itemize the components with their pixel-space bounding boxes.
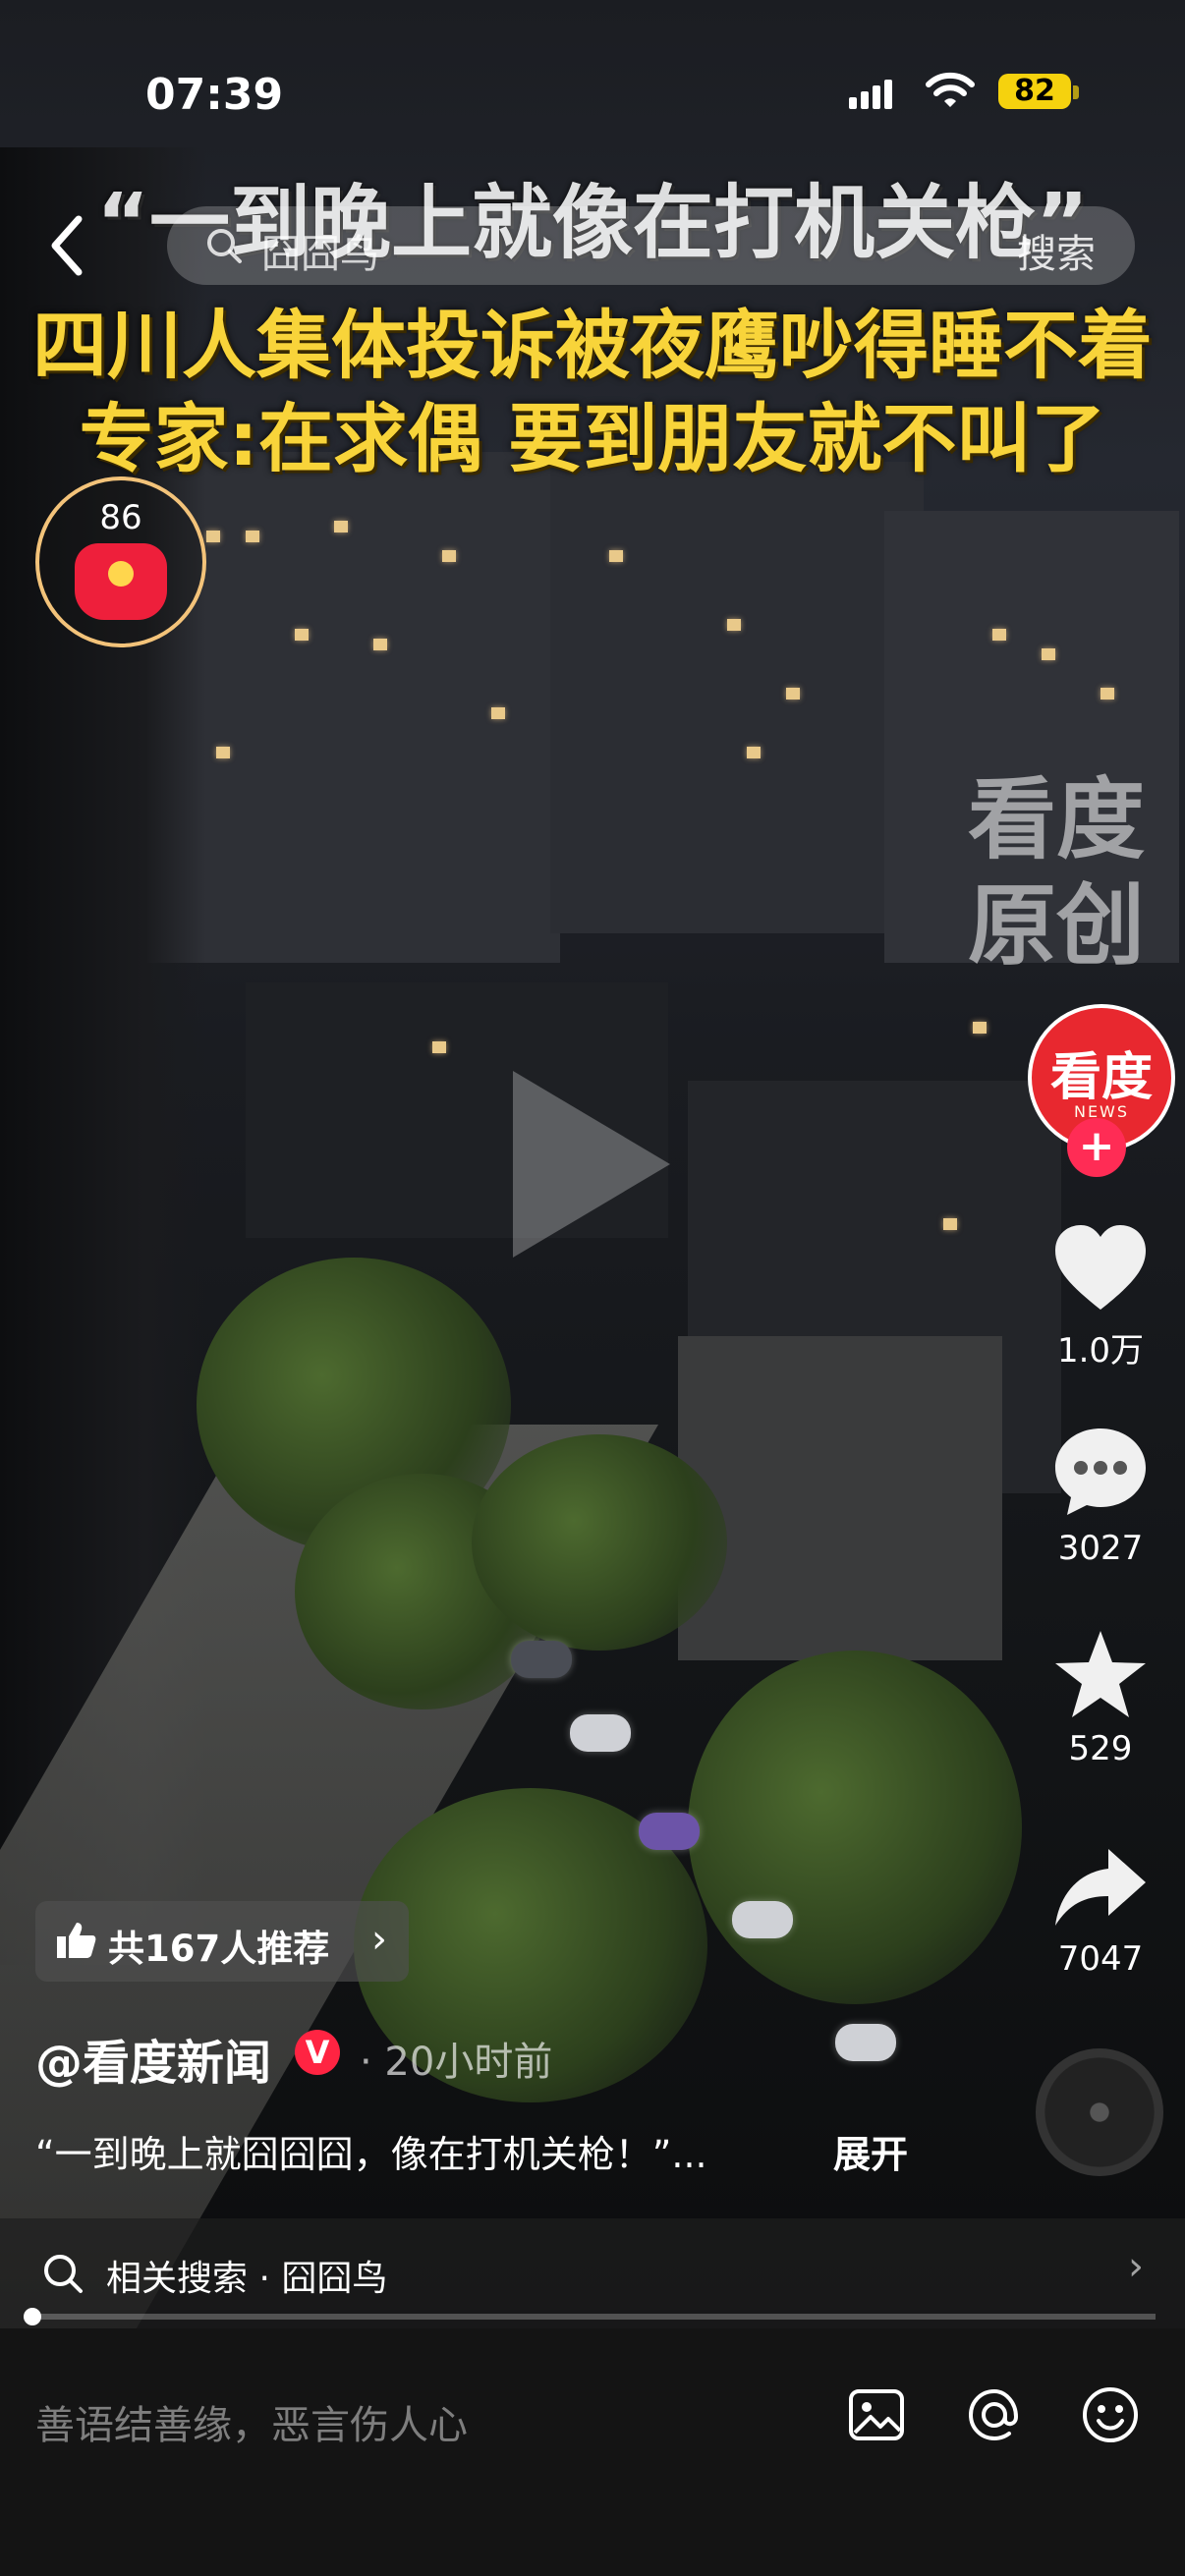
search-query: 囧囧鸟	[261, 232, 379, 277]
image-icon[interactable]	[845, 2383, 908, 2446]
share-arrow-icon	[1055, 1849, 1146, 1926]
search-icon	[44, 2255, 83, 2293]
author-name[interactable]: @看度新闻	[35, 2024, 271, 2093]
comment-input-bar[interactable]: 善语结善缘，恶言伤人心	[0, 2328, 1185, 2576]
post-time: · 20小时前	[360, 2040, 553, 2085]
red-packet-badge[interactable]: 86	[35, 476, 206, 647]
related-search-bar[interactable]: 相关搜索 · 囧囧鸟 ›	[0, 2218, 1185, 2328]
mention-at-icon[interactable]	[963, 2383, 1026, 2446]
thumbs-up-icon	[57, 1923, 96, 1958]
comment-button[interactable]: 3027	[1032, 1425, 1169, 1568]
follow-plus-button[interactable]: +	[1067, 1118, 1126, 1177]
video-title-line2: 四川人集体投诉被夜鹰吵得睡不着	[32, 302, 1153, 389]
watermark-line2: 原创	[968, 873, 1145, 978]
chevron-right-icon: ›	[371, 1917, 387, 1962]
video-title-line3: 专家:在求偶 要到朋友就不叫了	[79, 395, 1106, 482]
wifi-icon	[926, 72, 975, 107]
favorite-count: 529	[1068, 1729, 1133, 1768]
status-time: 07:39	[145, 70, 284, 120]
video-progress-bar[interactable]	[24, 2308, 1156, 2325]
comment-input[interactable]: 善语结善缘，恶言伤人心	[35, 2393, 468, 2450]
back-arrow-icon[interactable]	[43, 211, 92, 280]
recommend-text: 共167人推荐	[108, 1928, 330, 1970]
heart-icon	[1055, 1225, 1146, 1310]
comment-bubble-icon	[1055, 1428, 1146, 1515]
play-icon[interactable]	[513, 1071, 670, 1258]
related-search-text: 相关搜索 · 囧囧鸟	[106, 2259, 388, 2299]
favorite-button[interactable]: 529	[1032, 1629, 1169, 1768]
video-screen: 07:39 82 “一到晚上就像在打机关枪” 囧囧鸟 搜索 四川人集体投诉被夜鹰…	[0, 0, 1185, 2576]
expand-caption-link[interactable]: 展开	[833, 2124, 908, 2178]
recommend-pill[interactable]: 共167人推荐 ›	[35, 1901, 409, 1982]
search-button[interactable]: 搜索	[1017, 222, 1096, 279]
share-button[interactable]: 7047	[1032, 1845, 1169, 1979]
video-caption[interactable]: “一到晚上就囧囧囧，像在打机关枪！”...	[35, 2124, 707, 2178]
like-button[interactable]: 1.0万	[1032, 1223, 1169, 1372]
comment-count: 3027	[1057, 1529, 1144, 1568]
share-count: 7047	[1057, 1939, 1144, 1979]
chevron-right-icon: ›	[1128, 2244, 1144, 2289]
emoji-icon[interactable]	[1079, 2383, 1142, 2446]
like-count: 1.0万	[1056, 1331, 1145, 1371]
progress-handle[interactable]	[24, 2308, 41, 2325]
avatar-text: 看度	[1049, 1048, 1153, 1107]
star-icon	[1055, 1631, 1146, 1717]
status-bar: 07:39 82	[0, 54, 1185, 133]
red-packet-icon	[75, 543, 167, 620]
verified-badge: V	[295, 2030, 340, 2075]
search-icon	[207, 229, 242, 263]
red-packet-count: 86	[99, 498, 142, 537]
video-watermark: 看度 原创	[968, 766, 1174, 979]
watermark-line1: 看度	[968, 767, 1145, 871]
cellular-signal-icon	[849, 80, 896, 109]
battery-indicator: 82	[998, 74, 1071, 109]
battery-cap	[1073, 85, 1079, 99]
music-disc-icon[interactable]	[1036, 2048, 1163, 2176]
search-bar[interactable]: 囧囧鸟 搜索	[167, 206, 1135, 285]
